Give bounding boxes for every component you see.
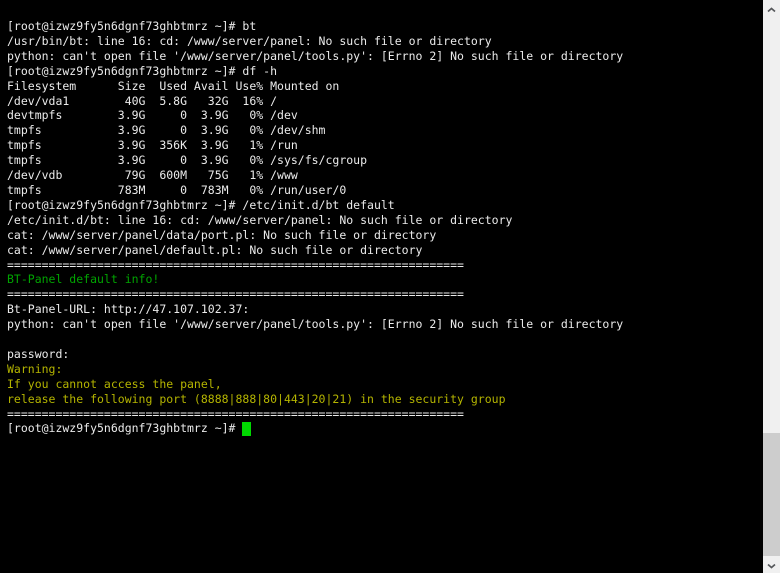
terminal-line-text: tmpfs 3.9G 0 3.9G 0% /sys/fs/cgroup — [7, 153, 368, 168]
terminal-line-text: Warning: — [7, 361, 63, 376]
scroll-up-button[interactable] — [763, 0, 780, 17]
terminal-line-text: /dev/vda1 40G 5.8G 32G 16% / — [7, 93, 278, 108]
terminal-line: Filesystem Size Used Avail Use% Mounted … — [7, 79, 763, 94]
terminal-line-text: cat: /www/server/panel/data/port.pl: No … — [7, 227, 437, 242]
terminal-line-text: python: can't open file '/www/server/pan… — [7, 317, 624, 332]
terminal-line: /usr/bin/bt: line 16: cd: /www/server/pa… — [7, 34, 763, 49]
terminal-line-text — [7, 332, 14, 346]
terminal-line: ========================================… — [7, 258, 763, 273]
terminal-line: [root@izwz9fy5n6dgnf73ghbtmrz ~]# /etc/i… — [7, 198, 763, 213]
terminal-line-text: ========================================… — [7, 257, 464, 272]
terminal-line-text: If you cannot access the panel, — [7, 376, 222, 391]
terminal-cursor — [242, 422, 252, 437]
terminal-line: cat: /www/server/panel/default.pl: No su… — [7, 243, 763, 258]
scrollbar[interactable] — [763, 0, 780, 573]
terminal-line: release the following port (8888|888|80|… — [7, 392, 763, 407]
terminal-line: [root@izwz9fy5n6dgnf73ghbtmrz ~]# bt — [7, 19, 763, 34]
terminal-line-text: python: can't open file '/www/server/pan… — [7, 48, 624, 63]
terminal-line-text: tmpfs 3.9G 0 3.9G 0% /dev/shm — [7, 123, 326, 138]
terminal-line: BT-Panel default info! — [7, 272, 763, 287]
terminal-line: cat: /www/server/panel/data/port.pl: No … — [7, 228, 763, 243]
terminal-line: ========================================… — [7, 287, 763, 302]
terminal-line-text: /etc/init.d/bt: line 16: cd: /www/server… — [7, 212, 513, 227]
terminal-line: Warning: — [7, 362, 763, 377]
terminal-line: password: — [7, 347, 763, 362]
terminal-line-text: release the following port (8888|888|80|… — [7, 391, 506, 406]
terminal-line-text: ========================================… — [7, 406, 464, 421]
scrollbar-thumb[interactable] — [763, 433, 780, 556]
terminal-line: python: can't open file '/www/server/pan… — [7, 49, 763, 64]
terminal-line-text: [root@izwz9fy5n6dgnf73ghbtmrz ~]# bt — [7, 19, 257, 33]
terminal-line-text: /dev/vdb 79G 600M 75G 1% /www — [7, 168, 298, 183]
terminal-line: tmpfs 3.9G 356K 3.9G 1% /run — [7, 138, 763, 153]
terminal-line-text: Filesystem Size Used Avail Use% Mounted … — [7, 78, 340, 93]
terminal-line: tmpfs 3.9G 0 3.9G 0% /sys/fs/cgroup — [7, 153, 763, 168]
terminal-line-text: [root@izwz9fy5n6dgnf73ghbtmrz ~]# — [7, 421, 243, 436]
chevron-up-icon — [767, 0, 776, 18]
terminal-line-text: BT-Panel default info! — [7, 272, 160, 287]
terminal-line: /etc/init.d/bt: line 16: cd: /www/server… — [7, 213, 763, 228]
terminal-line: Bt-Panel-URL: http://47.107.102.37: — [7, 302, 763, 317]
terminal-line-text: [root@izwz9fy5n6dgnf73ghbtmrz ~]# /etc/i… — [7, 197, 395, 212]
terminal-line-text: cat: /www/server/panel/default.pl: No su… — [7, 242, 423, 257]
terminal-line — [7, 332, 763, 347]
terminal-line: If you cannot access the panel, — [7, 377, 763, 392]
terminal-line-text: Bt-Panel-URL: http://47.107.102.37: — [7, 302, 250, 317]
terminal-line-text: devtmpfs 3.9G 0 3.9G 0% /dev — [7, 108, 298, 123]
terminal-line: devtmpfs 3.9G 0 3.9G 0% /dev — [7, 108, 763, 123]
terminal-line-text: ========================================… — [7, 287, 464, 302]
terminal-line-text: tmpfs 3.9G 356K 3.9G 1% /run — [7, 138, 298, 153]
terminal-line: /dev/vda1 40G 5.8G 32G 16% / — [7, 94, 763, 109]
terminal-line: python: can't open file '/www/server/pan… — [7, 317, 763, 332]
terminal-line-text: /usr/bin/bt: line 16: cd: /www/server/pa… — [7, 33, 492, 48]
terminal-line-text: password: — [7, 346, 70, 361]
terminal-window: [root@izwz9fy5n6dgnf73ghbtmrz ~]# bt/usr… — [0, 0, 780, 573]
scroll-down-button[interactable] — [763, 556, 780, 573]
terminal-line: tmpfs 3.9G 0 3.9G 0% /dev/shm — [7, 123, 763, 138]
terminal-line: ========================================… — [7, 407, 763, 422]
terminal-line-text: [root@izwz9fy5n6dgnf73ghbtmrz ~]# df -h — [7, 63, 278, 78]
terminal-line: tmpfs 783M 0 783M 0% /run/user/0 — [7, 183, 763, 198]
shell-prompt-line: [root@izwz9fy5n6dgnf73ghbtmrz ~]# — [7, 421, 763, 437]
terminal-line: [root@izwz9fy5n6dgnf73ghbtmrz ~]# df -h — [7, 64, 763, 79]
terminal-line-text: tmpfs 783M 0 783M 0% /run/user/0 — [7, 182, 347, 197]
terminal-line: /dev/vdb 79G 600M 75G 1% /www — [7, 168, 763, 183]
chevron-down-icon — [767, 556, 776, 573]
terminal-viewport[interactable]: [root@izwz9fy5n6dgnf73ghbtmrz ~]# bt/usr… — [0, 0, 763, 573]
terminal-screen: [root@izwz9fy5n6dgnf73ghbtmrz ~]# bt/usr… — [0, 0, 763, 437]
